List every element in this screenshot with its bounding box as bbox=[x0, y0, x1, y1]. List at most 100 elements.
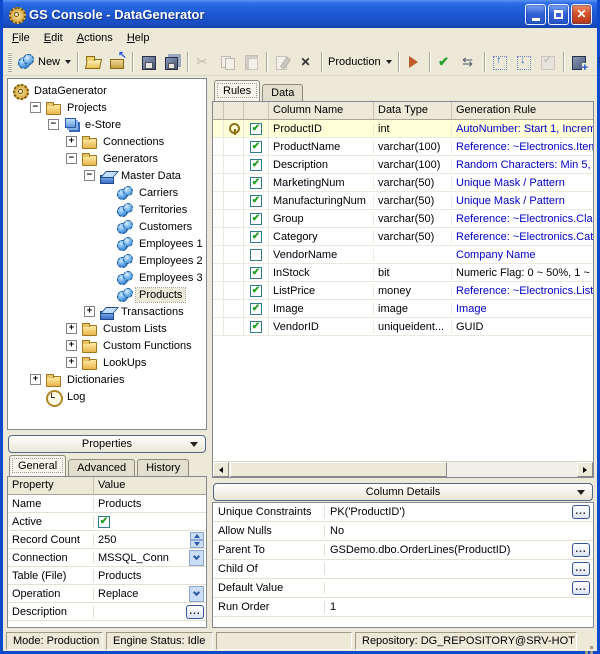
property-value[interactable]: 250 bbox=[94, 532, 206, 548]
scroll-right-button[interactable] bbox=[577, 462, 593, 477]
collapse-icon[interactable]: − bbox=[30, 102, 41, 113]
detail-value[interactable]: PK('ProductID')... bbox=[325, 505, 593, 519]
active-checkbox[interactable] bbox=[98, 516, 110, 528]
save-copy-button[interactable] bbox=[567, 50, 591, 74]
generation-rule-cell[interactable]: Reference: ~Electronics.Item bbox=[452, 141, 593, 153]
column-name-cell[interactable]: MarketingNum bbox=[269, 177, 374, 189]
sync-button[interactable] bbox=[457, 50, 481, 74]
tree-item-territories[interactable]: Territories bbox=[8, 201, 206, 218]
generation-rule-cell[interactable]: Numeric Flag: 0 ~ 50%, 1 ~ 50% bbox=[452, 267, 593, 279]
run-button[interactable] bbox=[402, 50, 426, 74]
resize-grip[interactable] bbox=[580, 632, 594, 650]
column-header-property[interactable]: Property bbox=[8, 477, 94, 494]
column-name-cell[interactable]: VendorID bbox=[269, 321, 374, 333]
tab-advanced[interactable]: Advanced bbox=[68, 459, 135, 476]
data-type-cell[interactable]: money bbox=[374, 285, 452, 297]
shift-up-button[interactable] bbox=[488, 50, 512, 74]
include-checkbox[interactable] bbox=[250, 177, 262, 189]
menu-actions[interactable]: Actions bbox=[70, 30, 120, 46]
mode-dropdown[interactable]: Production bbox=[325, 50, 395, 74]
menu-help[interactable]: Help bbox=[120, 30, 157, 46]
maximize-button[interactable] bbox=[548, 4, 569, 25]
include-checkbox[interactable] bbox=[250, 213, 262, 225]
include-checkbox[interactable] bbox=[250, 159, 262, 171]
column-name-cell[interactable]: Category bbox=[269, 231, 374, 243]
column-name-cell[interactable]: VendorName bbox=[269, 249, 374, 261]
tree-item-dictionaries[interactable]: +Dictionaries bbox=[8, 371, 206, 388]
generation-rule-cell[interactable]: Unique Mask / Pattern bbox=[452, 195, 593, 207]
generation-rule-cell[interactable]: Image bbox=[452, 303, 593, 315]
generation-rule-cell[interactable]: Random Characters: Min 5, Ma bbox=[452, 159, 593, 171]
expand-icon[interactable]: + bbox=[66, 136, 77, 147]
toolbar-grip[interactable] bbox=[8, 52, 12, 72]
record-count-spinner[interactable] bbox=[190, 532, 204, 548]
tree-item-generators[interactable]: −Generators bbox=[8, 150, 206, 167]
include-checkbox[interactable] bbox=[250, 249, 262, 261]
column-name-cell[interactable]: ManufacturingNum bbox=[269, 195, 374, 207]
scrollbar-thumb[interactable] bbox=[230, 462, 447, 477]
tab-history[interactable]: History bbox=[137, 459, 189, 476]
include-checkbox[interactable] bbox=[250, 231, 262, 243]
tab-data[interactable]: Data bbox=[262, 84, 303, 101]
new-button[interactable]: New bbox=[15, 50, 74, 74]
toolbar-overflow-button[interactable] bbox=[591, 50, 600, 74]
detail-value[interactable]: 1 bbox=[325, 601, 593, 613]
validate-button[interactable] bbox=[433, 50, 457, 74]
expand-icon[interactable]: + bbox=[66, 357, 77, 368]
generation-rule-cell[interactable]: Unique Mask / Pattern bbox=[452, 177, 593, 189]
tab-general[interactable]: General bbox=[9, 455, 66, 476]
data-type-cell[interactable]: varchar(100) bbox=[374, 141, 452, 153]
column-name-cell[interactable]: Description bbox=[269, 159, 374, 171]
generation-rule-cell[interactable]: Reference: ~Electronics.Categ bbox=[452, 231, 593, 243]
delete-button[interactable] bbox=[294, 50, 318, 74]
minimize-button[interactable] bbox=[525, 4, 546, 25]
tree-item-employees-3[interactable]: Employees 3 bbox=[8, 269, 206, 286]
column-details-header[interactable]: Column Details bbox=[213, 483, 593, 501]
property-value[interactable]: ... bbox=[94, 605, 206, 619]
tree-item-employees-1[interactable]: Employees 1 bbox=[8, 235, 206, 252]
scrollbar-track[interactable] bbox=[448, 462, 577, 477]
menu-file[interactable]: File bbox=[5, 30, 37, 46]
include-checkbox[interactable] bbox=[250, 195, 262, 207]
detail-value[interactable]: No bbox=[325, 525, 593, 537]
menu-edit[interactable]: Edit bbox=[37, 30, 70, 46]
data-type-cell[interactable]: image bbox=[374, 303, 452, 315]
data-type-cell[interactable]: varchar(50) bbox=[374, 195, 452, 207]
column-name-cell[interactable]: Group bbox=[269, 213, 374, 225]
detail-value[interactable]: ... bbox=[325, 581, 593, 595]
close-button[interactable]: ✕ bbox=[571, 4, 592, 25]
data-type-cell[interactable]: int bbox=[374, 123, 452, 135]
column-header-generation-rule[interactable]: Generation Rule bbox=[452, 102, 593, 119]
column-name-cell[interactable]: ListPrice bbox=[269, 285, 374, 297]
tree-item-e-store[interactable]: −e-Store bbox=[8, 116, 206, 133]
data-type-cell[interactable]: varchar(100) bbox=[374, 159, 452, 171]
column-header-column-name[interactable]: Column Name bbox=[269, 102, 374, 119]
include-checkbox[interactable] bbox=[250, 141, 262, 153]
data-type-cell[interactable]: varchar(50) bbox=[374, 213, 452, 225]
spinner-up-button[interactable] bbox=[190, 532, 204, 540]
data-type-cell[interactable]: uniqueident... bbox=[374, 321, 452, 333]
save-all-button[interactable] bbox=[160, 50, 184, 74]
tree-item-products[interactable]: Products bbox=[8, 286, 206, 303]
tab-rules[interactable]: Rules bbox=[214, 80, 260, 101]
property-value[interactable]: Products bbox=[94, 498, 206, 510]
detail-value[interactable]: GSDemo.dbo.OrderLines(ProductID)... bbox=[325, 543, 593, 557]
ellipsis-button[interactable]: ... bbox=[572, 543, 590, 557]
tree-item-custom-functions[interactable]: +Custom Functions bbox=[8, 337, 206, 354]
tree-item-lookups[interactable]: +LookUps bbox=[8, 354, 206, 371]
data-type-cell[interactable]: bit bbox=[374, 267, 452, 279]
generation-rule-cell[interactable]: AutoNumber: Start 1, Increme bbox=[452, 123, 593, 135]
open-project-button[interactable] bbox=[81, 50, 105, 74]
ellipsis-button[interactable]: ... bbox=[572, 562, 590, 576]
column-header-data-type[interactable]: Data Type bbox=[374, 102, 452, 119]
import-project-button[interactable] bbox=[105, 50, 129, 74]
tree-item-master-data[interactable]: −Master Data bbox=[8, 167, 206, 184]
property-value[interactable] bbox=[94, 516, 206, 528]
include-checkbox[interactable] bbox=[250, 267, 262, 279]
property-value[interactable]: MSSQL_Conn bbox=[94, 550, 206, 566]
scroll-left-button[interactable] bbox=[213, 462, 229, 477]
expand-icon[interactable]: + bbox=[66, 323, 77, 334]
include-checkbox[interactable] bbox=[250, 123, 262, 135]
column-header-value[interactable]: Value bbox=[94, 477, 206, 494]
dropdown-button[interactable] bbox=[189, 550, 204, 566]
